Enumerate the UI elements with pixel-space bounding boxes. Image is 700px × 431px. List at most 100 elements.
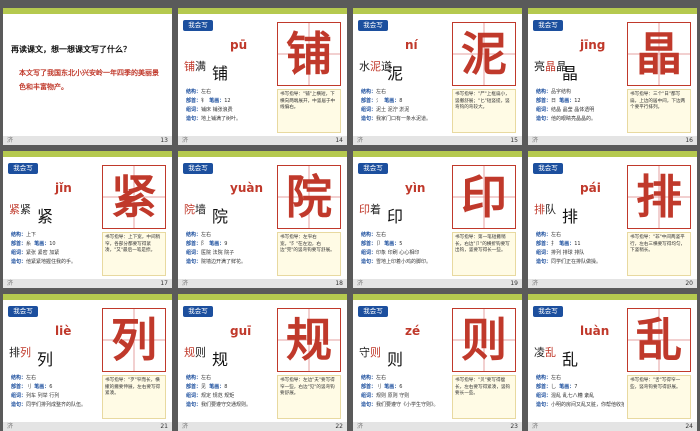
group-row: 组词：医院 法院 院子 xyxy=(186,250,235,256)
slide-footer xyxy=(353,279,522,288)
group-row: 组词：列车 列举 行列 xyxy=(11,393,60,399)
slide-thumbnail[interactable]: 我会写 luàn 凌乱乱乱 结构：左右 部首：乚 笔画：7 组词：混乱 乱七八糟 紊… xyxy=(528,294,697,431)
char-small: 乱 xyxy=(562,350,579,369)
sentence-row: 造句：同学们排列成整齐的队伍。 xyxy=(11,402,87,408)
slide-number: 20 xyxy=(685,280,693,287)
pinyin: zé xyxy=(405,324,421,338)
slide-number: 13 xyxy=(160,137,168,144)
slide-thumbnail[interactable]: 我会写 jīng 亮晶晶晶晶 结构：品字结构 部首：日 笔画：12 组词：结晶 晶莹… xyxy=(528,8,697,145)
radical-row: 部首：刂 笔画：6 xyxy=(361,384,403,390)
slide-thumbnail[interactable]: 我会写 guī 规则规规 结构：左右 部首：见 笔画：8 组词：规定 规范 规矩 造… xyxy=(178,294,347,431)
radical-row: 部首：钅 笔画：12 xyxy=(186,98,231,104)
example-word-char: 铺 xyxy=(184,60,195,73)
sentence-row: 造句：我们要遵守《小学生守则》。 xyxy=(361,402,439,408)
radical-row: 部首：刂 笔画：6 xyxy=(11,384,53,390)
slide-top-bar xyxy=(3,294,172,300)
example-word-char: 亮 xyxy=(534,60,545,73)
slide-thumbnail[interactable]: 我会写 pái 排队排排 结构：左右 部首：扌 笔画：11 组词：排列 排球 排队 … xyxy=(528,151,697,288)
group-row: 组词：规则 原则 守则 xyxy=(361,393,410,399)
structure-row: 结构：品字结构 xyxy=(536,89,572,95)
intro-question: 再读课文，想一想课文写了什么？ xyxy=(11,45,131,54)
group-row: 组词：排列 排球 排队 xyxy=(536,250,585,256)
sentence-row: 造句：我家门口有一条水泥道。 xyxy=(361,116,432,122)
footer-label: 济 xyxy=(532,137,539,144)
footer-label: 济 xyxy=(182,423,189,430)
group-row: 组词：铺床 铺张浪费 xyxy=(186,107,233,113)
example-word-char: 乱 xyxy=(545,346,556,359)
char-small: 泥 xyxy=(387,64,404,83)
slide-badge: 我会写 xyxy=(358,20,388,31)
char-info: 结构：上下 部首：糸 笔画：10 组词：紧张 紧密 加紧 造句：他紧紧地握住我的… xyxy=(11,231,99,267)
slide-footer xyxy=(178,136,347,145)
slide-thumbnail[interactable]: 再读课文，想一想课文写了什么？ 本文写了我国东北小兴安岭一年四季的美丽景色和丰富物… xyxy=(3,8,172,145)
char-info: 结构：左右 部首：钅 笔画：12 组词：铺床 铺张浪费 造句：地上铺满了树叶。 xyxy=(186,88,274,124)
pinyin: luàn xyxy=(580,324,610,338)
slide-thumbnail[interactable]: 我会写 pū 铺满铺铺 结构：左右 部首：钅 笔画：12 组词：铺床 铺张浪费 造句… xyxy=(178,8,347,145)
example-word: 排列 xyxy=(9,344,31,360)
writing-tip: 书写指导：左边"夫"要写得窄一些，右边"见"的竖弯钩要舒展。 xyxy=(277,375,341,419)
char-small: 则 xyxy=(387,350,404,369)
slide-thumbnail[interactable]: 我会写 yìn 印着印印 结构：左右 部首：卩 笔画：5 组词：印象 印刷 心心相印… xyxy=(353,151,522,288)
structure-row: 结构：左右 xyxy=(361,89,387,95)
char-info: 结构：品字结构 部首：日 笔画：12 组词：结晶 晶莹 晶体透明 造句：他的眼睛… xyxy=(536,88,624,124)
char-large: 列 xyxy=(111,313,157,367)
pinyin: yìn xyxy=(405,181,426,195)
slide-badge: 我会写 xyxy=(183,306,213,317)
tian-grid-box: 紧 xyxy=(102,165,166,229)
intro-answer: 本文写了我国东北小兴安岭一年四季的美丽景色和丰富物产。 xyxy=(19,69,159,91)
example-word: 院墙 xyxy=(184,201,206,217)
char-small: 印 xyxy=(387,207,404,226)
writing-tip: 书写指导："贝"要写得瘦长，左右要写得紧凑，竖钩要长一些。 xyxy=(452,375,516,419)
radical-row: 部首：氵 笔画：8 xyxy=(361,98,403,104)
structure-row: 结构：左右 xyxy=(536,375,562,381)
structure-row: 结构：左右 xyxy=(186,232,212,238)
footer-label: 济 xyxy=(182,280,189,287)
footer-label: 济 xyxy=(532,280,539,287)
slide-thumbnail[interactable]: 我会写 jǐn 紧紧紧紧 结构：上下 部首：糸 笔画：10 组词：紧张 紧密 加紧 … xyxy=(3,151,172,288)
char-large: 乱 xyxy=(636,313,682,367)
char-large: 规 xyxy=(286,313,332,367)
example-word-char: 队 xyxy=(545,203,556,216)
tian-grid-box: 晶 xyxy=(627,22,691,86)
footer-label: 济 xyxy=(7,423,14,430)
radical-row: 部首：扌 笔画：11 xyxy=(536,241,581,247)
slide-top-bar xyxy=(353,8,522,14)
tian-grid-box: 乱 xyxy=(627,308,691,372)
char-large: 院 xyxy=(286,170,332,224)
example-word-char: 则 xyxy=(195,346,206,359)
sentence-row: 造句：雪地上印着小鸡的脚印。 xyxy=(361,259,432,265)
footer-label: 济 xyxy=(357,280,364,287)
structure-row: 结构：左右 xyxy=(11,375,37,381)
example-word-char: 紧 xyxy=(9,203,20,216)
slide-thumbnail[interactable]: 我会写 zé 守则则则 结构：左右 部首：刂 笔画：6 组词：规则 原则 守则 造句… xyxy=(353,294,522,431)
slide-badge: 我会写 xyxy=(183,20,213,31)
structure-row: 结构：左右 xyxy=(361,375,387,381)
slide-number: 19 xyxy=(510,280,518,287)
tian-grid-box: 则 xyxy=(452,308,516,372)
char-small: 排 xyxy=(562,207,579,226)
slide-badge: 我会写 xyxy=(8,163,38,174)
slide-top-bar xyxy=(353,294,522,300)
slide-thumbnail[interactable]: 我会写 ní 水泥道泥泥 结构：左右 部首：氵 笔画：8 组词：泥土 泥泞 淤泥 造… xyxy=(353,8,522,145)
slide-thumbnail[interactable]: 我会写 liè 排列列列 结构：左右 部首：刂 笔画：6 组词：列车 列举 行列 造… xyxy=(3,294,172,431)
tian-grid-box: 院 xyxy=(277,165,341,229)
radical-row: 部首：糸 笔画：10 xyxy=(11,241,56,247)
footer-label: 济 xyxy=(357,137,364,144)
slide-footer xyxy=(528,136,697,145)
char-info: 结构：左右 部首：见 笔画：8 组词：规定 规范 规矩 造句：我们要遵守交通规则… xyxy=(186,374,274,410)
example-word-char: 守 xyxy=(359,346,370,359)
pinyin: ní xyxy=(405,38,418,52)
slide-footer xyxy=(178,422,347,431)
slide-number: 17 xyxy=(160,280,168,287)
slide-top-bar xyxy=(353,151,522,157)
group-row: 组词：泥土 泥泞 淤泥 xyxy=(361,107,410,113)
char-large: 晶 xyxy=(636,27,682,81)
slide-footer xyxy=(178,279,347,288)
group-row: 组词：结晶 晶莹 晶体透明 xyxy=(536,107,595,113)
char-large: 泥 xyxy=(461,27,507,81)
pinyin: jǐn xyxy=(55,181,72,195)
group-row: 组词：混乱 乱七八糟 紊乱 xyxy=(536,393,595,399)
slide-number: 16 xyxy=(685,137,693,144)
slide-badge: 我会写 xyxy=(358,163,388,174)
slide-thumbnail[interactable]: 我会写 yuàn 院墙院院 结构：左右 部首：阝 笔画：9 组词：医院 法院 院子 … xyxy=(178,151,347,288)
